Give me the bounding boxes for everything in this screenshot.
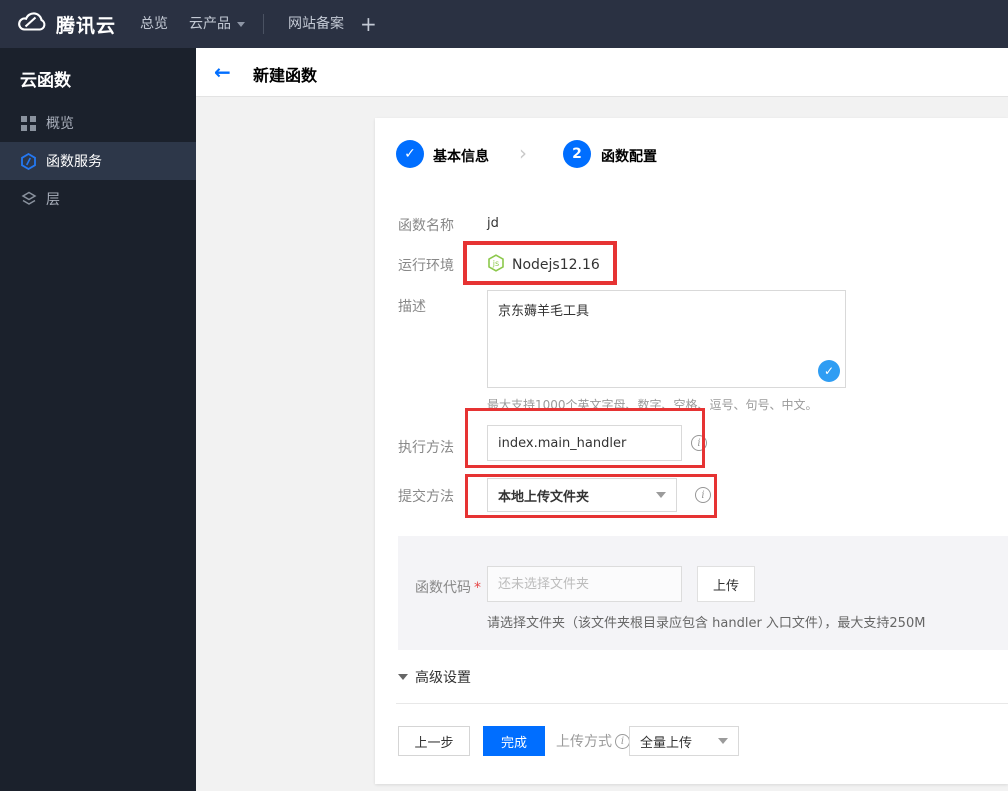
step-separator-chevron-icon: ›	[519, 141, 527, 165]
function-hexagon-icon	[20, 152, 37, 170]
svg-text:js: js	[492, 259, 499, 268]
runtime-value: Nodejs12.16	[512, 257, 600, 273]
back-arrow-icon[interactable]: ←	[214, 60, 231, 84]
nav-item-cloud-products[interactable]: 云产品	[189, 0, 245, 48]
handler-input[interactable]	[487, 425, 682, 461]
chevron-down-icon	[237, 21, 245, 27]
footer-divider	[396, 703, 1008, 704]
grid-icon	[20, 115, 37, 132]
sidebar-item-overview[interactable]: 概览	[0, 104, 196, 142]
upload-mode-info-icon[interactable]: i	[615, 733, 630, 749]
step1-label: 基本信息	[433, 149, 489, 165]
nav-item-icp-filing[interactable]: 网站备案	[288, 0, 344, 48]
submit-method-info-icon[interactable]: i	[695, 487, 711, 503]
nodejs-icon: js	[487, 254, 505, 272]
sidebar-item-label: 层	[46, 192, 60, 208]
step2-number-badge: 2	[563, 140, 591, 168]
function-code-hint: 请选择文件夹（该文件夹根目录应包含 handler 入口文件），最大支持250M	[487, 616, 926, 631]
submit-method-select[interactable]: 本地上传文件夹	[487, 478, 677, 512]
upload-button[interactable]: 上传	[697, 566, 755, 602]
description-textarea[interactable]: 京东薅羊毛工具	[487, 290, 846, 388]
nav-divider	[263, 14, 264, 34]
function-name-label: 函数名称	[398, 218, 454, 234]
top-nav: 腾讯云 总览 云产品 网站备案 +	[0, 0, 1008, 48]
select-caret-icon	[656, 492, 666, 498]
sidebar-title: 云函数	[20, 71, 71, 91]
brand[interactable]: 腾讯云	[14, 0, 116, 48]
function-code-section: 函数代码* 上传 请选择文件夹（该文件夹根目录应包含 handler 入口文件）…	[398, 536, 1008, 650]
description-label: 描述	[398, 299, 426, 315]
sidebar: 云函数 概览 函数服务 层	[0, 48, 196, 791]
upload-mode-select[interactable]: 全量上传	[629, 726, 739, 756]
folder-path-input	[487, 566, 682, 602]
select-caret-icon	[718, 738, 728, 744]
brand-name: 腾讯云	[56, 14, 117, 37]
upload-mode-label: 上传方式	[556, 734, 612, 750]
submit-method-value: 本地上传文件夹	[498, 489, 590, 505]
page-header: ← 新建函数	[196, 48, 1008, 97]
function-code-label: 函数代码 *	[415, 580, 481, 596]
sidebar-item-function-service[interactable]: 函数服务	[0, 142, 196, 180]
sidebar-item-label: 函数服务	[46, 154, 102, 170]
description-hint: 最大支持1000个英文字母、数字、空格、逗号、句号、中文。	[487, 398, 818, 412]
page-title: 新建函数	[253, 66, 318, 85]
submit-method-label: 提交方法	[398, 489, 454, 505]
handler-info-icon[interactable]: i	[691, 435, 707, 451]
handler-label: 执行方法	[398, 440, 454, 456]
sidebar-item-layers[interactable]: 层	[0, 180, 196, 218]
advanced-settings-toggle[interactable]: 高级设置	[398, 667, 471, 687]
advanced-settings-label: 高级设置	[415, 670, 471, 686]
nav-item-overview[interactable]: 总览	[140, 0, 168, 48]
upload-mode: 上传方式 i	[556, 726, 630, 756]
step2-label: 函数配置	[601, 149, 657, 165]
runtime-label: 运行环境	[398, 258, 454, 274]
nav-add-button[interactable]: +	[360, 0, 377, 48]
layers-icon	[20, 191, 37, 208]
tencent-cloud-console: 腾讯云 总览 云产品 网站备案 + 云函数 概览 函数服务 层 ← 新建函数 ✓…	[0, 0, 1008, 791]
finish-button[interactable]: 完成	[483, 726, 545, 756]
create-function-card: ✓ 基本信息 › 2 函数配置 函数名称 jd 运行环境 js Nodejs12…	[375, 118, 1008, 784]
previous-step-button[interactable]: 上一步	[398, 726, 470, 756]
collapse-caret-icon	[398, 674, 408, 680]
tencent-cloud-logo-icon	[14, 10, 48, 38]
validation-check-icon: ✓	[818, 360, 840, 382]
required-asterisk: *	[474, 580, 481, 596]
upload-mode-value: 全量上传	[640, 735, 693, 751]
sidebar-item-label: 概览	[46, 116, 74, 132]
function-name-value: jd	[487, 216, 499, 231]
step1-done-check-icon: ✓	[396, 140, 424, 168]
